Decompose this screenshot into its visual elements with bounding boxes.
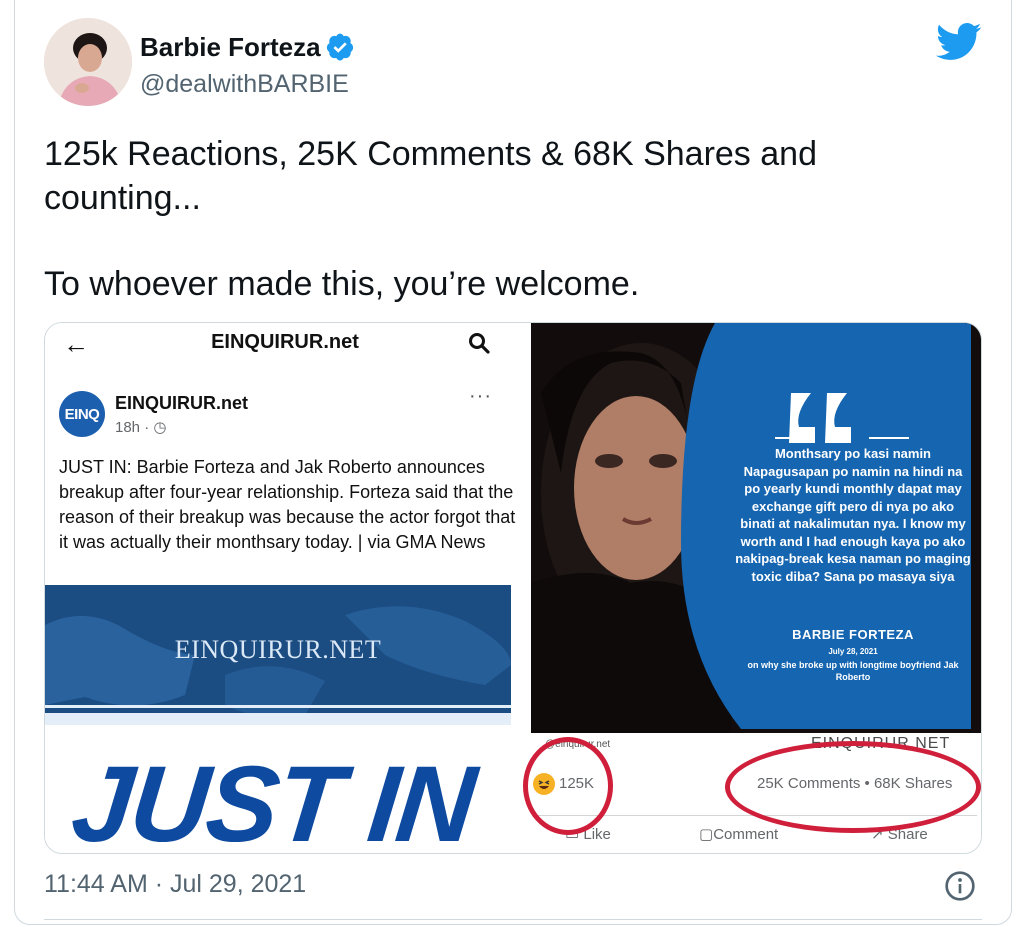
author-avatar[interactable] [44,18,132,106]
annotation-circle-reactions [523,737,613,835]
fb-page-name: EINQUIRUR.net [115,393,249,413]
tweet-text-line-3: To whoever made this, you’re welcome. [44,265,640,303]
author-display-name[interactable]: Barbie Forteza [140,32,321,63]
author-handle[interactable]: @dealwithBARBIE [140,70,349,99]
media-right-quote-image[interactable]: Monthsary po kasi namin Napagusapan po n… [531,323,981,733]
media-left-screenshot[interactable]: ← EINQUIRUR.net EINQ EINQUIRUR.net 18h ·… [45,323,525,854]
tweet-text-line-2: counting... [44,179,201,217]
info-icon[interactable] [944,870,976,902]
quote-caption: on why she broke up with longtime boyfri… [747,660,959,682]
more-dots-icon: ··· [469,385,492,407]
fb-header-title: EINQUIRUR.net [211,331,359,353]
fb-post-time: 18h · ◷ [115,418,166,436]
fb-banner-image: EINQUIRUR.NET [45,585,511,725]
twitter-logo-icon[interactable] [936,22,982,62]
tweet-text-line-1: 125k Reactions, 25K Comments & 68K Share… [44,135,817,173]
fb-post-time-text: 18h · [115,419,150,436]
fb-header: ← EINQUIRUR.net [45,323,525,363]
globe-icon: ◷ [153,419,167,436]
fb-banner-text: EINQUIRUR.NET [174,635,382,664]
just-in-headline: JUST IN [66,743,480,854]
bottom-divider [44,919,982,920]
quote-date: July 28, 2021 [828,647,878,656]
fb-page-avatar: EINQ [59,391,105,437]
fb-post-body: JUST IN: Barbie Forteza and Jak Roberto … [59,457,516,552]
annotation-circle-comments [725,741,981,833]
verified-badge-icon [326,33,354,61]
tweet-media[interactable]: ← EINQUIRUR.net EINQ EINQUIRUR.net 18h ·… [44,322,982,854]
comment-label: Comment [713,826,779,843]
comment-action: ▢Comment [699,825,778,843]
quote-text: Monthsary po kasi namin Napagusapan po n… [735,446,971,584]
quote-attribution-name: BARBIE FORTEZA [792,627,914,642]
comment-icon: ▢ [699,826,714,843]
tweet-timestamp[interactable]: 11:44 AM · Jul 29, 2021 [44,870,306,899]
search-icon [469,333,490,354]
tweet-text: 125k Reactions, 25K Comments & 68K Share… [44,132,944,306]
